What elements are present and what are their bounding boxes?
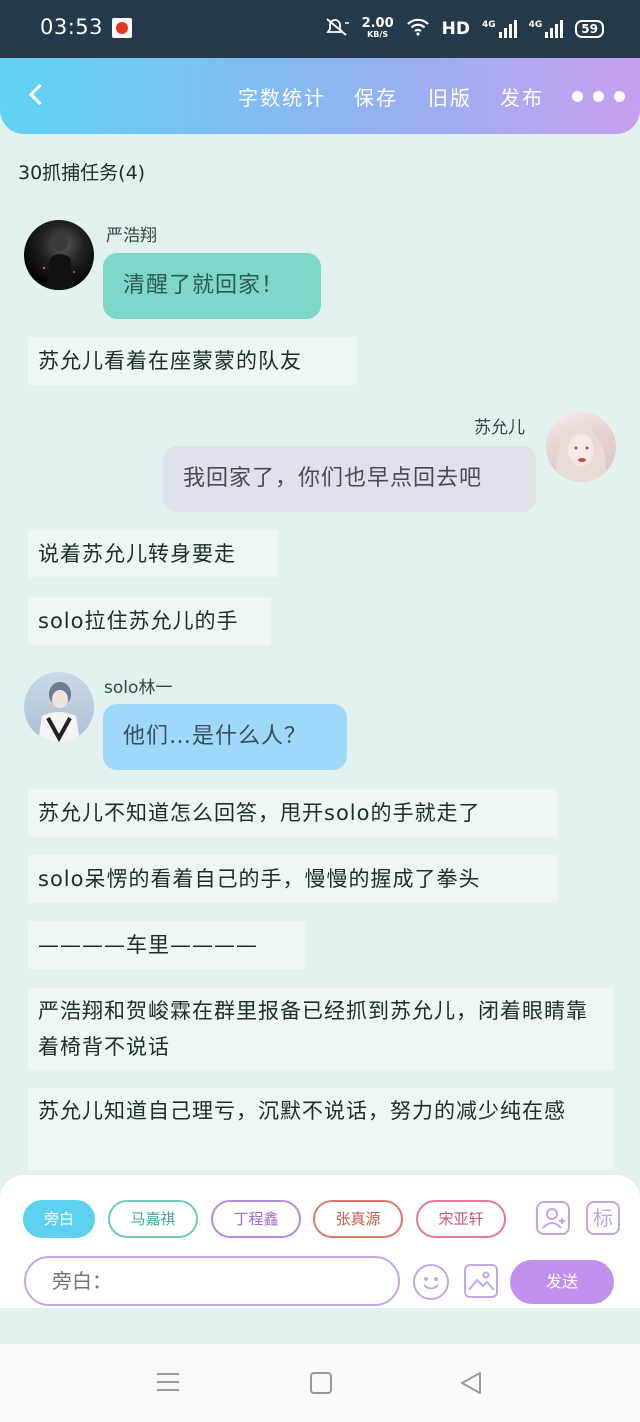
role-tab-zhang-zhenyuan[interactable]: 张真源 bbox=[313, 1200, 403, 1238]
back-nav-icon[interactable] bbox=[458, 1370, 484, 1400]
dialogue-bubble[interactable]: 我回家了，你们也早点回去吧 bbox=[163, 446, 536, 512]
role-tab-song-yaxuan[interactable]: 宋亚轩 bbox=[416, 1200, 506, 1238]
signal-1-label: 4G bbox=[481, 20, 496, 30]
word-count-button[interactable]: 字数统计 bbox=[238, 82, 326, 111]
role-tab-narrator[interactable]: 旁白 bbox=[23, 1200, 95, 1238]
role-tab-ding-chengxin[interactable]: 丁程鑫 bbox=[211, 1200, 301, 1238]
narration-block[interactable]: 苏允儿不知道怎么回答，甩开solo的手就走了 bbox=[28, 789, 558, 837]
mute-icon bbox=[324, 17, 350, 41]
old-version-button[interactable]: 旧版 bbox=[428, 82, 472, 111]
send-button[interactable]: 发送 bbox=[510, 1260, 614, 1304]
chapter-title: 30抓捕任务(4) bbox=[18, 162, 146, 184]
app-notification-icon bbox=[112, 18, 132, 38]
speaker-name: 苏允儿 bbox=[474, 418, 525, 438]
status-bar: 03:53 2.00 KB/S HD 4G 4G 59 bbox=[0, 0, 640, 58]
signal-2-label: 4G bbox=[528, 20, 543, 30]
role-tab-ma-jiaqi[interactable]: 马嘉祺 bbox=[108, 1200, 198, 1238]
battery-icon: 59 bbox=[575, 20, 604, 38]
composer-panel: 旁白 马嘉祺 丁程鑫 张真源 宋亚轩 标 发送 bbox=[0, 1175, 640, 1308]
more-icon[interactable] bbox=[572, 91, 625, 102]
hd-label: HD bbox=[441, 19, 470, 39]
narration-block[interactable]: solo呆愣的看着自己的手，慢慢的握成了拳头 bbox=[28, 855, 558, 903]
narration-block[interactable]: 说着苏允儿转身要走 bbox=[28, 530, 278, 578]
dialogue-bubble[interactable]: 清醒了就回家！ bbox=[103, 253, 321, 319]
signal-1-icon: 4G bbox=[482, 20, 517, 38]
emoji-icon[interactable] bbox=[413, 1264, 449, 1300]
add-role-icon[interactable] bbox=[536, 1201, 570, 1235]
back-icon[interactable] bbox=[22, 80, 52, 110]
wifi-icon bbox=[406, 18, 430, 40]
save-button[interactable]: 保存 bbox=[354, 82, 398, 111]
speaker-name: solo林一 bbox=[104, 678, 173, 698]
publish-button[interactable]: 发布 bbox=[500, 82, 544, 111]
signal-2-icon: 4G bbox=[529, 20, 564, 38]
net-speed-value: 2.00 bbox=[361, 16, 394, 31]
avatar-su-yuner[interactable] bbox=[546, 412, 616, 482]
avatar-yan-haoxiang[interactable] bbox=[24, 220, 94, 290]
editor-toolbar: 字数统计 保存 旧版 发布 bbox=[0, 58, 640, 134]
dialogue-bubble[interactable]: 他们…是什么人？ bbox=[103, 704, 347, 770]
narration-block[interactable]: 苏允儿看着在座蒙蒙的队友 bbox=[28, 337, 357, 385]
image-icon[interactable] bbox=[464, 1264, 498, 1298]
home-icon[interactable] bbox=[308, 1370, 334, 1400]
mark-icon[interactable]: 标 bbox=[586, 1201, 620, 1235]
speaker-name: 严浩翔 bbox=[106, 226, 157, 246]
message-input[interactable] bbox=[24, 1256, 400, 1306]
avatar-solo-linyi[interactable] bbox=[24, 672, 94, 742]
status-time: 03:53 bbox=[40, 15, 104, 39]
narration-block[interactable]: solo拉住苏允儿的手 bbox=[28, 597, 271, 645]
narration-block[interactable]: 严浩翔和贺峻霖在群里报备已经抓到苏允儿，闭着眼睛靠着椅背不说话 bbox=[28, 988, 614, 1070]
system-nav-bar bbox=[0, 1344, 640, 1422]
narration-block[interactable]: 苏允儿知道自己理亏，沉默不说话，努力的减少纯在感 bbox=[28, 1088, 614, 1170]
status-indicators: 2.00 KB/S HD 4G 4G 59 bbox=[324, 16, 604, 42]
net-speed-unit: KB/S bbox=[367, 30, 389, 39]
narration-block[interactable]: ————车里———— bbox=[28, 921, 305, 969]
menu-icon[interactable] bbox=[155, 1370, 181, 1398]
net-speed: 2.00 KB/S bbox=[361, 16, 394, 40]
